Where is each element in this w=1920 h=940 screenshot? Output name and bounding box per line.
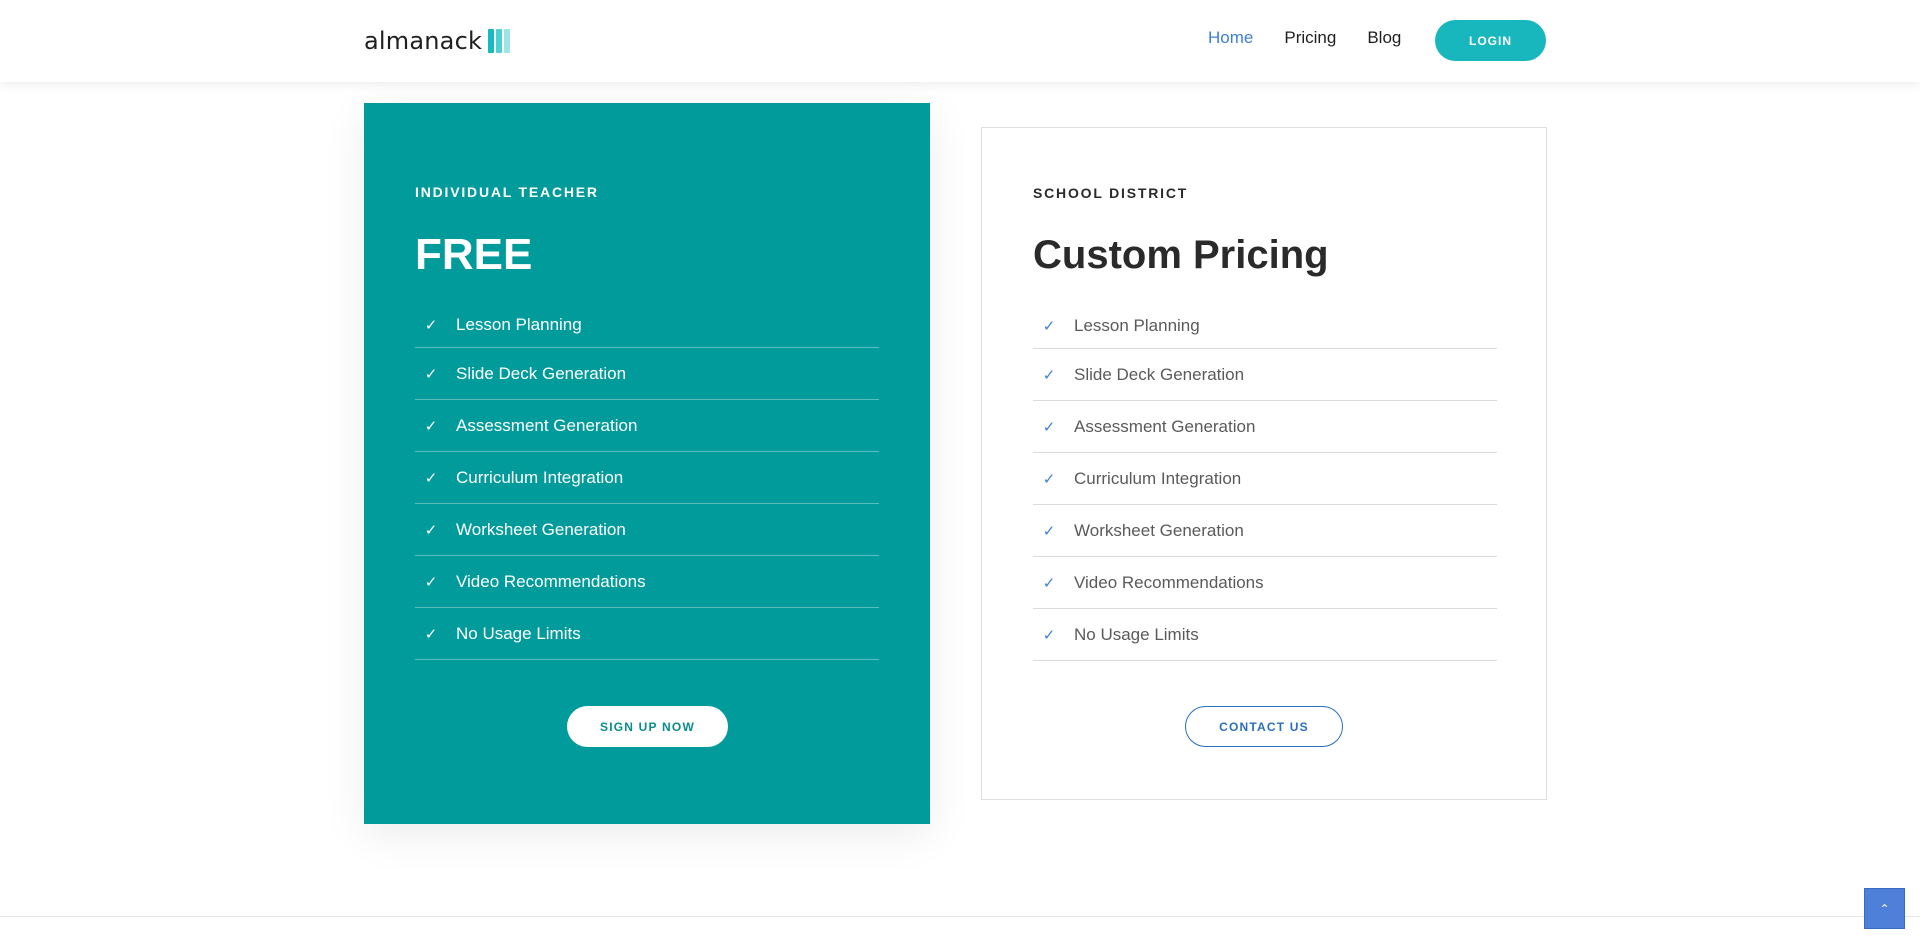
feature-item: ✓ Lesson Planning — [415, 302, 879, 348]
feature-label: Curriculum Integration — [456, 467, 624, 487]
feature-item: ✓ Curriculum Integration — [1033, 453, 1497, 505]
plan-eyebrow: INDIVIDUAL TEACHER — [415, 184, 599, 200]
feature-label: Lesson Planning — [1074, 315, 1200, 335]
feature-label: No Usage Limits — [1074, 624, 1199, 644]
feature-item: ✓ Slide Deck Generation — [415, 348, 879, 400]
feature-item: ✓ Assessment Generation — [415, 400, 879, 452]
nav-home-link[interactable]: Home — [1208, 28, 1253, 48]
logo-bars-icon — [488, 29, 511, 53]
feature-label: Video Recommendations — [456, 571, 646, 591]
feature-label: Assessment Generation — [456, 415, 638, 435]
footer-divider — [0, 916, 1920, 917]
logo-bar — [488, 29, 495, 53]
check-icon: ✓ — [1042, 418, 1056, 436]
sign-up-button[interactable]: SIGN UP NOW — [567, 706, 728, 747]
plan-price: FREE — [415, 230, 533, 279]
logo-text: almanack — [364, 27, 483, 55]
feature-label: Worksheet Generation — [456, 519, 626, 539]
check-icon: ✓ — [1042, 317, 1056, 335]
pricing-card-school-district: SCHOOL DISTRICT Custom Pricing ✓ Lesson P… — [981, 127, 1547, 800]
login-button[interactable]: LOGIN — [1435, 20, 1546, 61]
feature-label: Curriculum Integration — [1074, 468, 1242, 488]
check-icon: ✓ — [424, 469, 438, 487]
plan-price: Custom Pricing — [1033, 233, 1329, 277]
feature-item: ✓ No Usage Limits — [415, 608, 879, 660]
feature-item: ✓ Curriculum Integration — [415, 452, 879, 504]
feature-item: ✓ Worksheet Generation — [415, 504, 879, 556]
feature-item: ✓ No Usage Limits — [1033, 609, 1497, 661]
logo[interactable]: almanack — [364, 26, 511, 56]
feature-label: Slide Deck Generation — [1074, 364, 1245, 384]
feature-label: Video Recommendations — [1074, 572, 1264, 592]
check-icon: ✓ — [424, 521, 438, 539]
feature-label: Worksheet Generation — [1074, 520, 1244, 540]
feature-item: ✓ Video Recommendations — [415, 556, 879, 608]
feature-label: Assessment Generation — [1074, 416, 1256, 436]
check-icon: ✓ — [424, 573, 438, 591]
feature-list: ✓ Lesson Planning ✓ Slide Deck Generation … — [1033, 303, 1497, 661]
check-icon: ✓ — [1042, 470, 1056, 488]
check-icon: ✓ — [1042, 366, 1056, 384]
logo-bar — [496, 29, 503, 53]
nav-blog-link[interactable]: Blog — [1367, 28, 1401, 48]
feature-label: Lesson Planning — [456, 314, 582, 334]
pricing-card-individual-teacher: INDIVIDUAL TEACHER FREE ✓ Lesson Planning… — [364, 103, 930, 824]
site-header: almanack Home Pricing Blog LOGIN — [0, 0, 1920, 82]
feature-item: ✓ Worksheet Generation — [1033, 505, 1497, 557]
back-to-top-button[interactable]: ⌃ — [1864, 888, 1905, 929]
plan-eyebrow: SCHOOL DISTRICT — [1033, 185, 1189, 201]
check-icon: ✓ — [424, 365, 438, 383]
check-icon: ✓ — [1042, 626, 1056, 644]
check-icon: ✓ — [424, 625, 438, 643]
feature-list: ✓ Lesson Planning ✓ Slide Deck Generation … — [415, 302, 879, 660]
check-icon: ✓ — [424, 417, 438, 435]
chevron-up-icon: ⌃ — [1879, 901, 1890, 916]
main-nav: Home Pricing Blog — [1208, 28, 1401, 48]
feature-item: ✓ Assessment Generation — [1033, 401, 1497, 453]
check-icon: ✓ — [1042, 574, 1056, 592]
check-icon: ✓ — [1042, 522, 1056, 540]
logo-bar — [504, 29, 511, 53]
feature-item: ✓ Video Recommendations — [1033, 557, 1497, 609]
check-icon: ✓ — [424, 316, 438, 334]
contact-us-button[interactable]: CONTACT US — [1185, 706, 1343, 747]
nav-pricing-link[interactable]: Pricing — [1284, 28, 1336, 48]
feature-label: Slide Deck Generation — [456, 363, 627, 383]
feature-label: No Usage Limits — [456, 623, 581, 643]
feature-item: ✓ Slide Deck Generation — [1033, 349, 1497, 401]
feature-item: ✓ Lesson Planning — [1033, 303, 1497, 349]
